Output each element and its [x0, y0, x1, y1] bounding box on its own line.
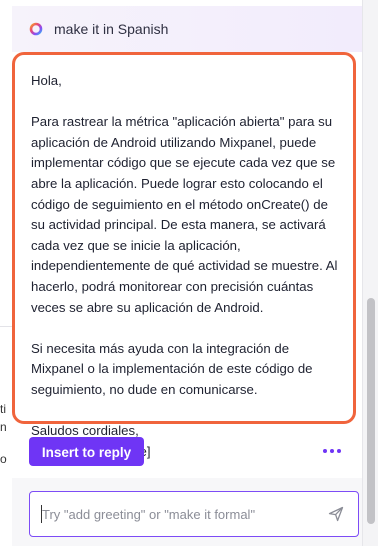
- generated-reply-text: Hola, Para rastrear la métrica "aplicaci…: [31, 73, 338, 459]
- ai-compose-window: ti n o make it in Spanish Hola, Para ras: [0, 0, 378, 546]
- underlay-text-fragment: o: [0, 452, 7, 466]
- more-horizontal-icon: [337, 449, 341, 453]
- underlying-page: ti n o: [0, 0, 12, 546]
- scrollbar-thumb[interactable]: [367, 298, 375, 524]
- underlay-text-fragment: n: [0, 420, 7, 434]
- ai-assistant-panel: make it in Spanish Hola, Para rastrear l…: [12, 0, 362, 546]
- prompt-header: make it in Spanish: [12, 6, 362, 52]
- send-icon[interactable]: [328, 506, 344, 522]
- prompt-input[interactable]: [40, 500, 314, 528]
- prompt-input-container[interactable]: [29, 491, 359, 537]
- more-horizontal-icon: [323, 449, 327, 453]
- generated-reply-box[interactable]: Hola, Para rastrear la métrica "aplicaci…: [12, 52, 356, 459]
- underlay-divider: [0, 326, 12, 327]
- prompt-title: make it in Spanish: [54, 21, 169, 37]
- underlay-text-fragment: ti: [0, 402, 6, 416]
- composer-area: [12, 478, 362, 546]
- insert-to-reply-button[interactable]: Insert to reply: [29, 437, 144, 466]
- ai-ring-icon: [29, 22, 43, 36]
- scrollbar[interactable]: [362, 0, 378, 546]
- more-horizontal-icon: [330, 449, 334, 453]
- more-options-button[interactable]: [317, 443, 347, 459]
